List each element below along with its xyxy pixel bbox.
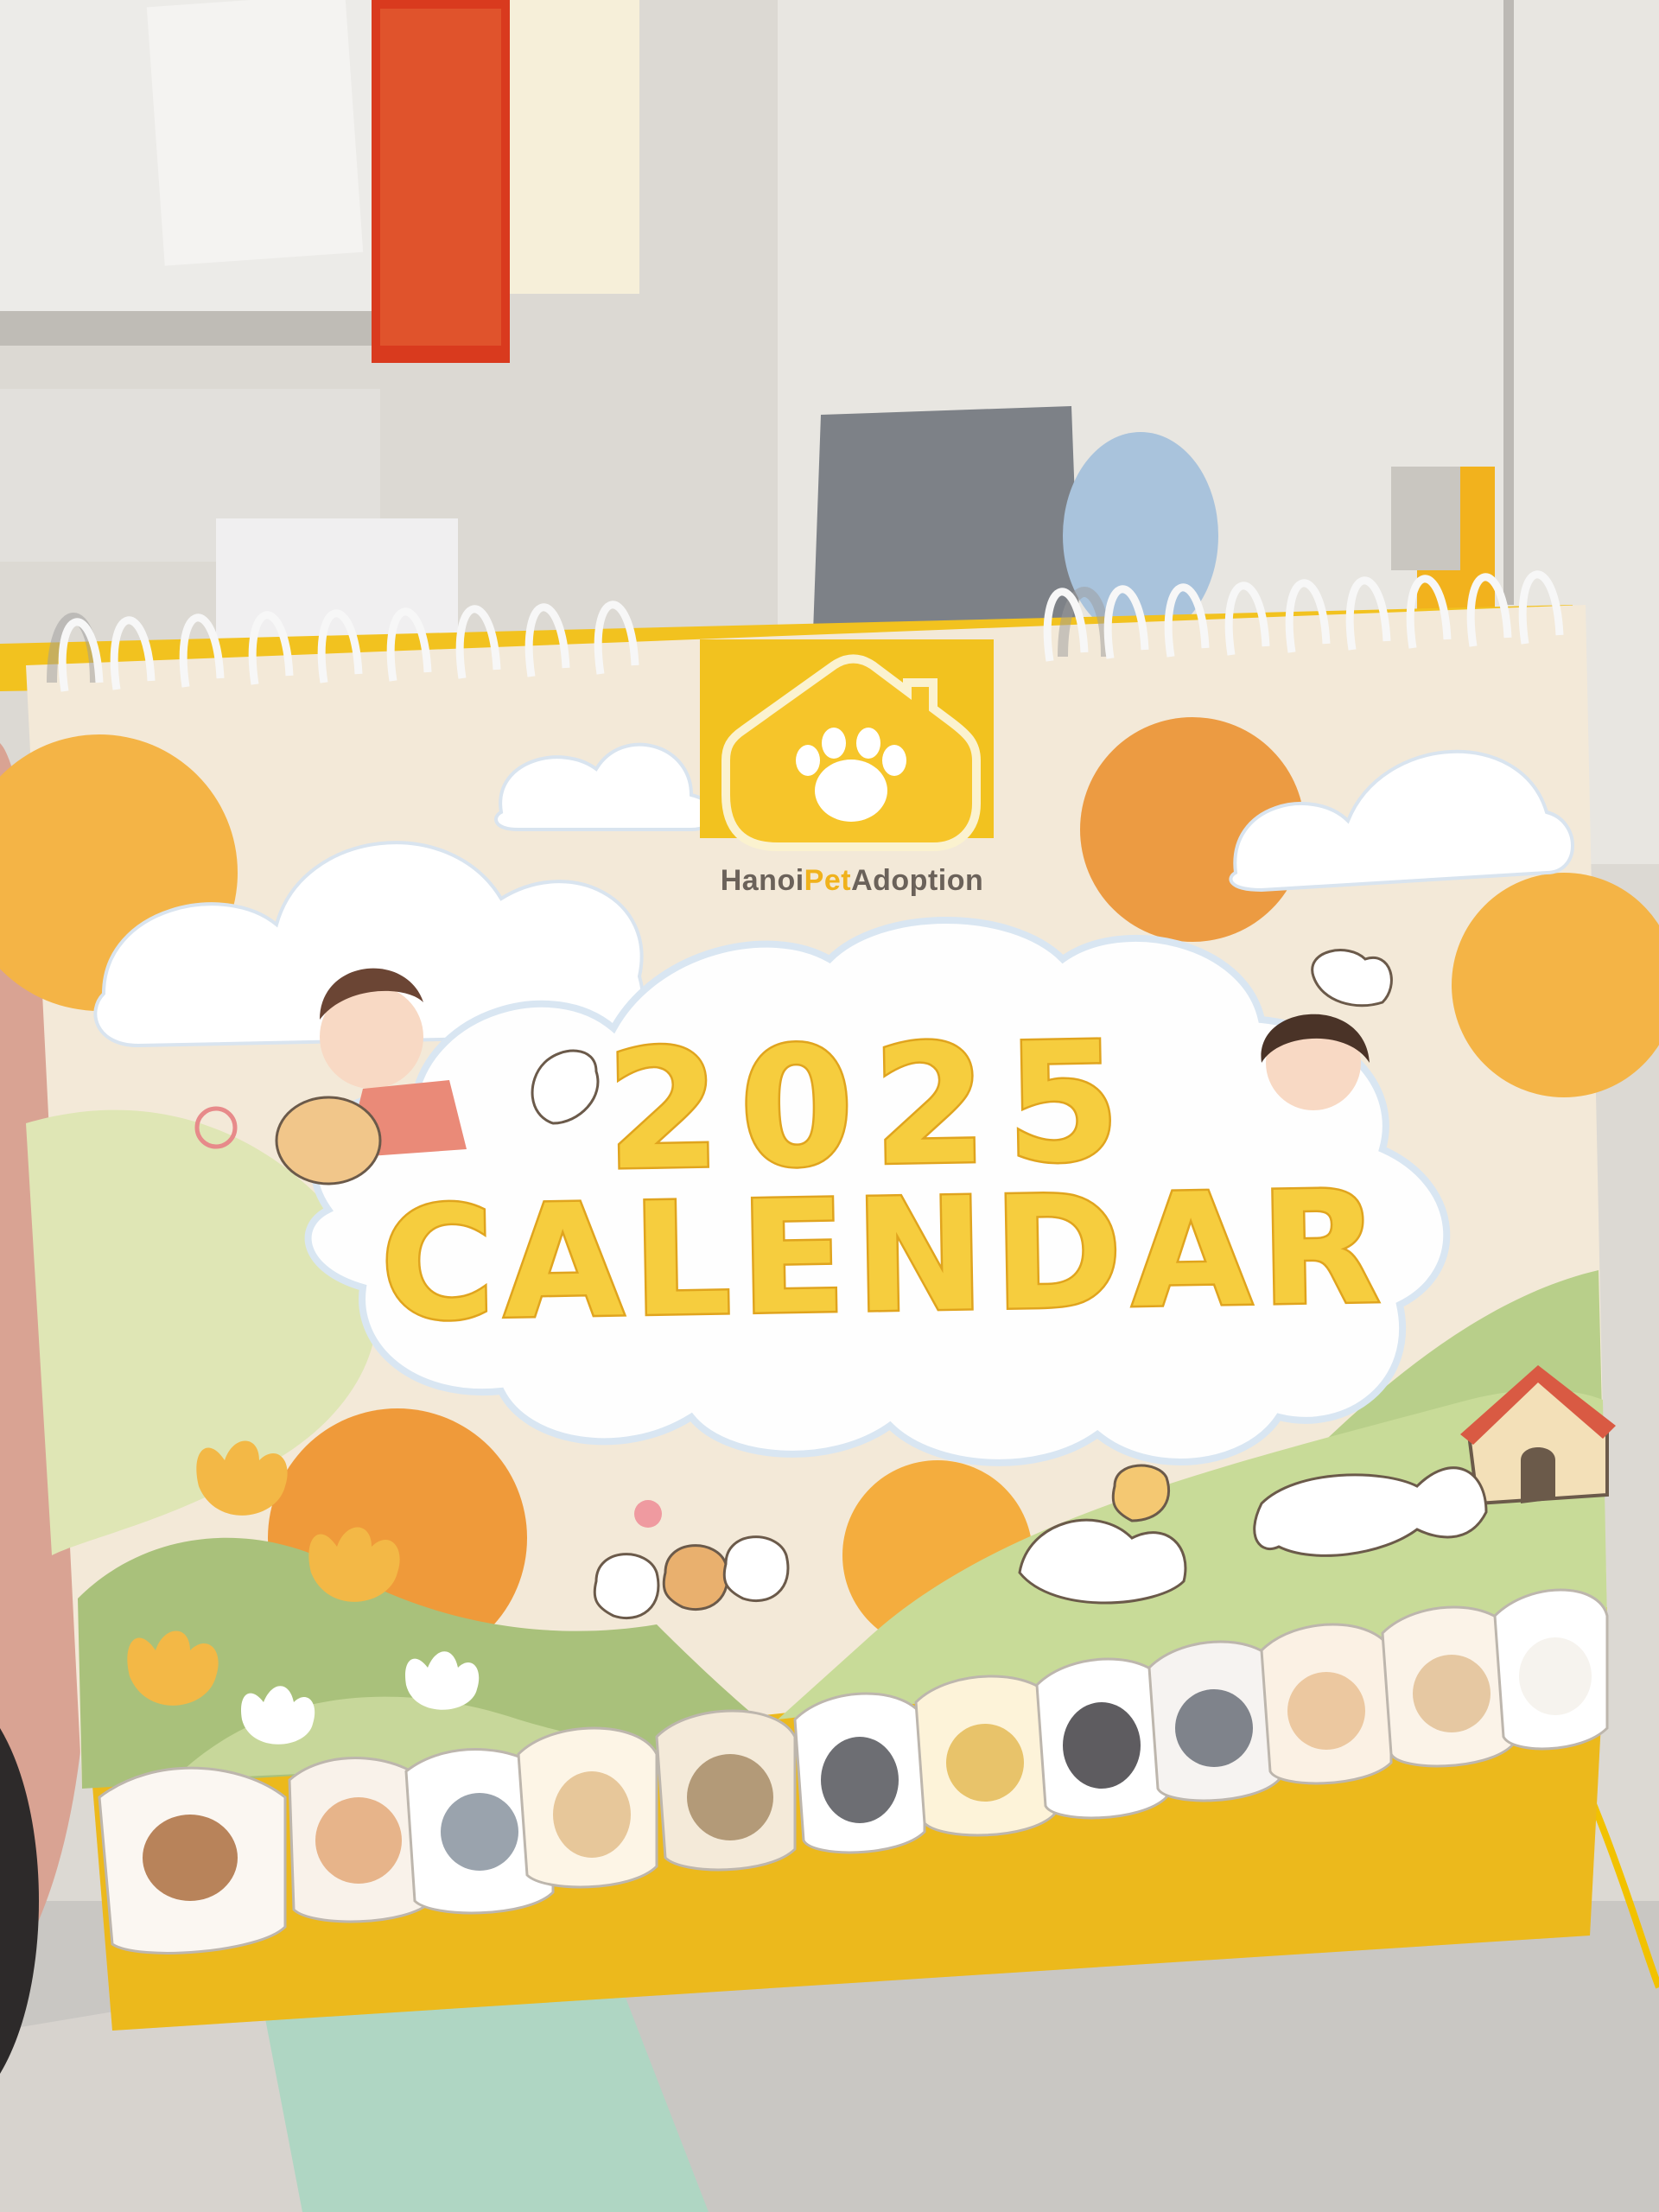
brand-logo-tab: [700, 639, 994, 851]
cover-calendar-title: CALENDAR: [377, 1155, 1393, 1357]
brand-name-part-2: Pet: [804, 864, 852, 897]
brand-name-part-3: Adoption: [851, 864, 984, 897]
brand-name-part-1: Hanoi: [720, 864, 804, 897]
brand-name: HanoiPetAdoption: [679, 864, 1025, 898]
